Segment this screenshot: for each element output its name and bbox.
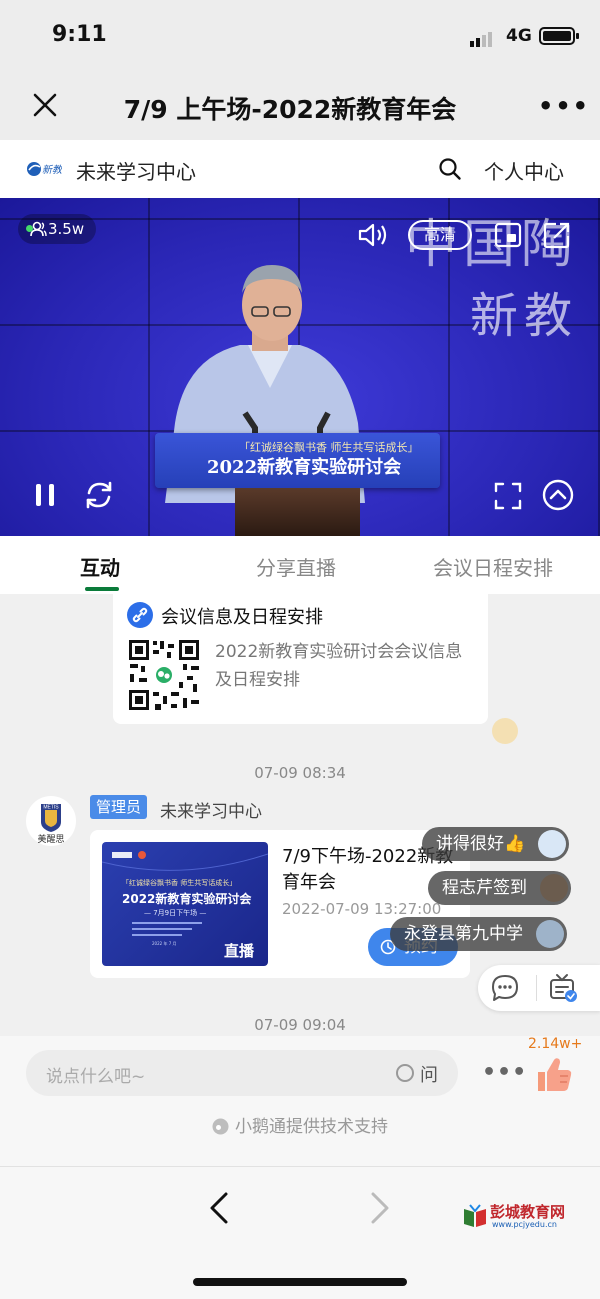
live-tag: 直播	[224, 942, 255, 960]
tech-support-text: 小鹅通提供技术支持	[235, 1117, 388, 1137]
avatar	[538, 830, 567, 858]
thumbs-up-icon[interactable]	[534, 1054, 574, 1094]
signal-icon	[470, 28, 494, 47]
avatar-label: 美醒思	[37, 833, 64, 845]
tab-share-live[interactable]: 分享直播	[256, 552, 336, 581]
input-bar: 说点什么吧~ 问 ••• 2.14w+ 小鹅通提供技术支持	[0, 1036, 600, 1166]
meeting-info-card[interactable]: 会议信息及日程安排 2022新教育实验研讨会会议信息及日程安排	[113, 594, 488, 724]
volume-icon[interactable]	[358, 222, 388, 248]
danmu-text: 永登县第九中学	[404, 924, 523, 944]
danmu-bubble: 讲得很好👍	[422, 827, 570, 861]
admin-badge: 管理员	[90, 795, 148, 819]
podium-title: 2022新教育实验研讨会	[207, 457, 402, 478]
pause-icon[interactable]	[34, 482, 56, 508]
timestamp: 07-09 08:34	[254, 764, 346, 782]
more-icon[interactable]: •••	[482, 1060, 527, 1085]
video-player[interactable]: 中国陶 新教 「红诚绿谷飘书香 师生共写话成长」 2022新教育实验研讨会 3.…	[0, 198, 600, 536]
danmu-bubble: 永登县第九中学	[390, 917, 567, 951]
ask-label[interactable]: 问	[420, 1061, 438, 1087]
avatar	[540, 874, 568, 902]
poster-date: — 7月9日下午场 —	[144, 909, 207, 917]
chat-area[interactable]: 会议信息及日程安排 2022新教育实验研讨会会议信息及日程安排 07-09 08…	[0, 594, 600, 1036]
search-icon[interactable]	[438, 157, 462, 181]
svg-text:新教育: 新教育	[42, 164, 62, 176]
nav-bar: 7/9 上午场-2022新教育年会 •••	[0, 72, 600, 140]
avatar	[536, 920, 564, 948]
floating-tools	[478, 965, 600, 1011]
live-card[interactable]: 2022 年 7 月 「红诚绿谷飘书香 师生共写话成长」 2022新教育实验研讨…	[90, 830, 470, 978]
tab-interaction[interactable]: 互动	[80, 552, 120, 581]
svg-text:2022 年 7 月: 2022 年 7 月	[152, 940, 177, 946]
fullscreen-icon[interactable]	[494, 482, 522, 510]
sender-name: 未来学习中心	[160, 802, 262, 822]
live-poster[interactable]: 2022 年 7 月 「红诚绿谷飘书香 师生共写话成长」 2022新教育实验研讨…	[102, 842, 268, 966]
active-tab-indicator	[85, 587, 119, 591]
live-indicator	[26, 225, 33, 232]
watermark: 彭城教育网 www.pcjyedu.cn	[462, 1201, 582, 1235]
close-icon[interactable]	[30, 90, 60, 120]
comment-icon[interactable]	[490, 973, 520, 1003]
comment-input[interactable]: 说点什么吧~ 问	[26, 1050, 458, 1096]
network-label: 4G	[506, 26, 532, 46]
page-title: 7/9 上午场-2022新教育年会	[123, 95, 457, 124]
tab-schedule[interactable]: 会议日程安排	[433, 552, 553, 581]
danmu-bubble: 程志芹签到	[428, 871, 571, 905]
danmu-text: 讲得很好👍	[436, 834, 526, 854]
quality-button[interactable]: 高清	[408, 220, 472, 250]
link-icon	[127, 602, 153, 628]
collapse-up-icon[interactable]	[542, 479, 574, 511]
tech-support: 小鹅通提供技术支持	[0, 1112, 600, 1137]
refresh-icon[interactable]	[83, 479, 115, 511]
share-icon[interactable]	[542, 220, 572, 250]
site-header: 新教育 未来学习中心 个人中心	[0, 140, 600, 198]
more-icon[interactable]: •••	[538, 92, 590, 120]
battery-icon	[539, 27, 579, 45]
personal-center-link[interactable]: 个人中心	[484, 156, 564, 185]
ask-toggle[interactable]	[396, 1064, 414, 1082]
like-count: 2.14w+	[528, 1036, 583, 1052]
watermark-url: www.pcjyedu.cn	[492, 1220, 557, 1229]
poster-title: 2022新教育实验研讨会	[122, 892, 252, 906]
book-logo-icon	[464, 1204, 486, 1227]
timestamp: 07-09 09:04	[254, 1016, 346, 1034]
pip-icon[interactable]	[494, 221, 522, 249]
backdrop-text: 新教	[470, 288, 579, 344]
site-name[interactable]: 未来学习中心	[76, 156, 196, 185]
meeting-info-description: 2022新教育实验研讨会会议信息及日程安排	[215, 642, 463, 690]
viewer-count-value: 3.5w	[48, 220, 85, 238]
live-card-datetime: 2022-07-09 13:27:00	[282, 900, 442, 918]
emoji-float	[492, 718, 518, 744]
status-bar: 9:11 4G	[0, 0, 600, 72]
qr-code[interactable]	[127, 638, 201, 712]
home-indicator	[193, 1278, 407, 1286]
poster-subtitle: 「红诚绿谷飘书香 师生共写话成长」	[122, 879, 237, 887]
podium: 「红诚绿谷飘书香 师生共写话成长」 2022新教育实验研讨会	[155, 433, 440, 536]
provider-logo-icon	[212, 1118, 229, 1135]
site-logo[interactable]: 新教育	[26, 159, 62, 179]
forward-icon[interactable]	[368, 1191, 392, 1225]
svg-text:METIS: METIS	[43, 805, 59, 811]
notice-icon[interactable]	[548, 973, 578, 1003]
tab-bar: 互动 分享直播 会议日程安排	[0, 536, 600, 594]
input-placeholder: 说点什么吧~	[46, 1067, 146, 1087]
status-time: 9:11	[52, 22, 107, 47]
back-icon[interactable]	[207, 1191, 231, 1225]
browser-toolbar: 彭城教育网 www.pcjyedu.cn	[0, 1166, 600, 1299]
watermark-name: 彭城教育网	[490, 1203, 566, 1221]
avatar[interactable]: METIS 美醒思	[26, 796, 76, 846]
meeting-info-title: 会议信息及日程安排	[161, 607, 323, 628]
danmu-text: 程志芹签到	[442, 878, 527, 898]
